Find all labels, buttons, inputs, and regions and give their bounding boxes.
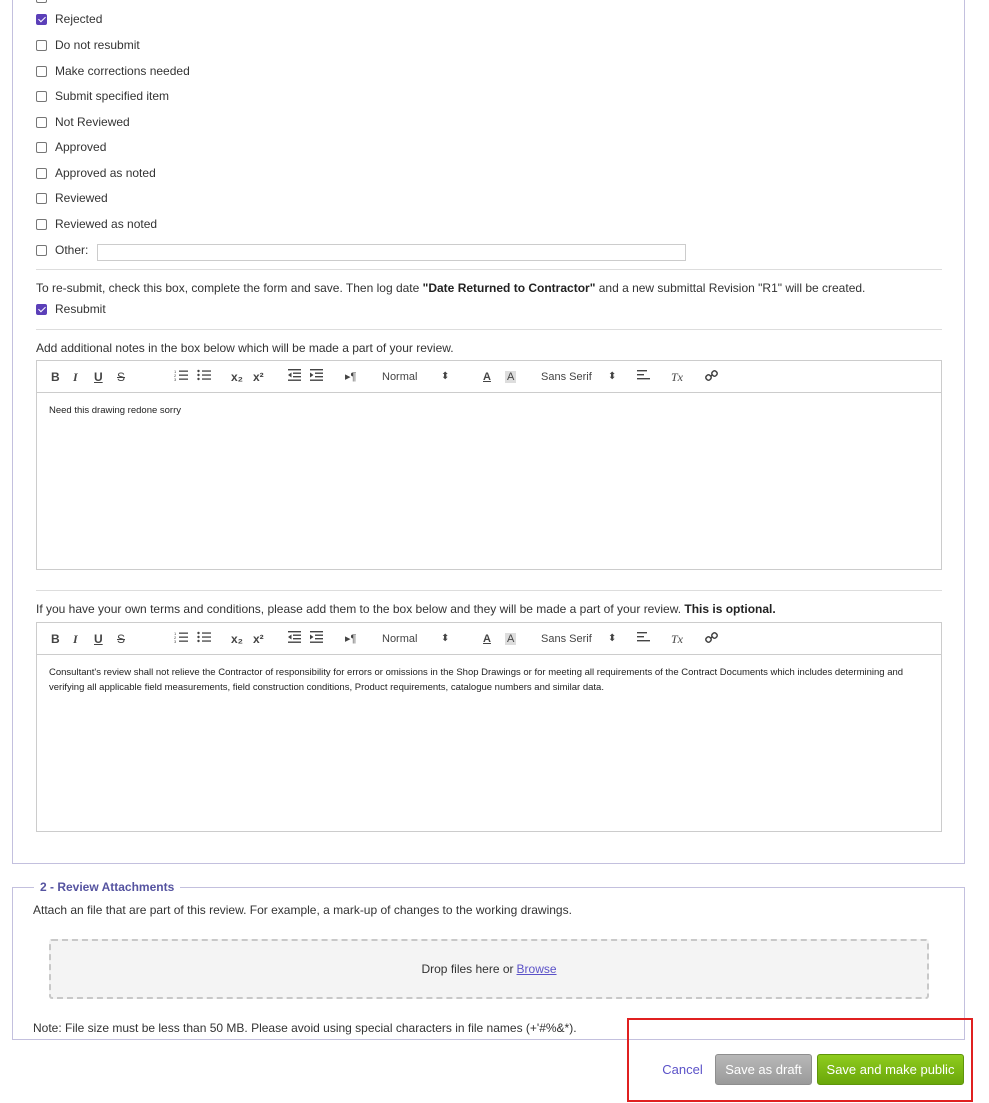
font-select-arrow-icon[interactable]: ⬍: [608, 369, 616, 385]
option-label: Reviewed: [55, 191, 108, 205]
bold-button[interactable]: B: [51, 631, 60, 647]
option-row[interactable]: Do not resubmit: [36, 36, 140, 54]
option-row[interactable]: Reviewed: [36, 189, 108, 207]
option-checkbox[interactable]: [36, 192, 47, 204]
ordered-list-icon[interactable]: 123: [174, 369, 188, 385]
clean-format-button[interactable]: Tx: [671, 631, 683, 647]
cancel-button[interactable]: Cancel: [655, 1054, 710, 1085]
option-row[interactable]: Submit specified item: [36, 87, 169, 105]
option-label: Make corrections needed: [55, 64, 190, 78]
option-row[interactable]: Not Reviewed: [36, 113, 130, 131]
outdent-icon[interactable]: [288, 369, 301, 385]
header-select[interactable]: Normal: [382, 631, 417, 647]
subscript-button[interactable]: x₂: [231, 369, 243, 385]
header-select-arrow-icon[interactable]: ⬍: [441, 631, 449, 647]
save-draft-button[interactable]: Save as draft: [715, 1054, 812, 1085]
align-icon[interactable]: [637, 631, 650, 647]
attachments-description: Attach an file that are part of this rev…: [33, 903, 572, 917]
option-checkbox[interactable]: [36, 13, 47, 25]
subscript-button[interactable]: x₂: [231, 631, 243, 647]
align-icon[interactable]: [637, 369, 650, 385]
link-icon[interactable]: [705, 631, 718, 648]
option-row[interactable]: Reviewed as noted: [36, 215, 157, 233]
option-row[interactable]: Approved as noted: [36, 164, 156, 182]
option-label: Other:: [55, 243, 89, 257]
text-direction-button[interactable]: ▸¶: [345, 369, 356, 385]
browse-link[interactable]: Browse: [517, 962, 557, 976]
svg-text:3: 3: [174, 639, 177, 643]
clean-format-button[interactable]: Tx: [671, 369, 683, 385]
option-row[interactable]: Make corrections needed: [36, 62, 190, 80]
underline-button[interactable]: U: [94, 369, 103, 385]
notes-editor: B I U S 123 x₂ x² ▸¶ Normal ⬍ A A Sans S…: [36, 360, 942, 570]
bullet-list-icon[interactable]: [197, 631, 211, 647]
text-color-button[interactable]: A: [483, 631, 491, 647]
resubmit-label: Resubmit: [55, 302, 106, 316]
header-select[interactable]: Normal: [382, 369, 417, 385]
option-checkbox[interactable]: [36, 244, 47, 256]
font-select[interactable]: Sans Serif: [541, 369, 592, 385]
option-label: Submit specified item: [55, 89, 170, 103]
option-checkbox[interactable]: [36, 90, 47, 102]
attachments-legend: 2 - Review Attachments: [34, 880, 181, 894]
option-row[interactable]: Rejected: [36, 10, 102, 28]
terms-editor: B I U S 123 x₂ x² ▸¶ Normal ⬍ A A Sans S…: [36, 622, 942, 832]
ordered-list-icon[interactable]: 123: [174, 631, 188, 647]
strike-button[interactable]: S: [117, 631, 125, 647]
background-color-button[interactable]: A: [505, 371, 517, 383]
drop-text: Drop files here or: [421, 962, 514, 976]
superscript-button[interactable]: x²: [253, 631, 264, 647]
option-label: Not Reviewed: [55, 115, 130, 129]
indent-icon[interactable]: [310, 631, 323, 647]
cropped-checkbox[interactable]: [36, 0, 47, 3]
option-label: Do not resubmit: [55, 38, 140, 52]
option-checkbox[interactable]: [36, 218, 47, 230]
notes-toolbar: B I U S 123 x₂ x² ▸¶ Normal ⬍ A A Sans S…: [37, 361, 941, 393]
font-select-arrow-icon[interactable]: ⬍: [608, 631, 616, 647]
option-row[interactable]: Approved: [36, 138, 106, 156]
divider: [36, 590, 942, 591]
option-label: Approved: [55, 140, 107, 154]
terms-toolbar: B I U S 123 x₂ x² ▸¶ Normal ⬍ A A Sans S…: [37, 623, 941, 655]
divider: [36, 329, 942, 330]
text-direction-button[interactable]: ▸¶: [345, 631, 356, 647]
other-input[interactable]: [97, 244, 686, 261]
save-public-button[interactable]: Save and make public: [817, 1054, 964, 1085]
option-checkbox[interactable]: [36, 65, 47, 77]
terms-editor-content[interactable]: Consultant's review shall not relieve th…: [37, 655, 941, 705]
underline-button[interactable]: U: [94, 631, 103, 647]
strike-button[interactable]: S: [117, 369, 125, 385]
file-size-note: Note: File size must be less than 50 MB.…: [33, 1021, 577, 1035]
option-label: Approved as noted: [55, 166, 156, 180]
header-select-arrow-icon[interactable]: ⬍: [441, 369, 449, 385]
link-icon[interactable]: [705, 369, 718, 386]
italic-button[interactable]: I: [73, 369, 78, 385]
option-checkbox[interactable]: [36, 116, 47, 128]
resubmit-checkbox-row[interactable]: Resubmit: [36, 300, 106, 318]
notes-intro: Add additional notes in the box below wh…: [36, 341, 454, 355]
option-label: Reviewed as noted: [55, 217, 158, 231]
bold-button[interactable]: B: [51, 369, 60, 385]
background-color-button[interactable]: A: [505, 633, 517, 645]
outdent-icon[interactable]: [288, 631, 301, 647]
option-checkbox[interactable]: [36, 167, 47, 179]
italic-button[interactable]: I: [73, 631, 78, 647]
option-checkbox[interactable]: [36, 39, 47, 51]
bullet-list-icon[interactable]: [197, 369, 211, 385]
terms-intro: If you have your own terms and condition…: [36, 602, 776, 616]
file-dropzone[interactable]: Drop files here or Browse: [49, 939, 929, 999]
resubmit-checkbox[interactable]: [36, 303, 47, 315]
option-checkbox[interactable]: [36, 141, 47, 153]
font-select[interactable]: Sans Serif: [541, 631, 592, 647]
option-row[interactable]: Other:: [36, 241, 88, 259]
divider: [36, 269, 942, 270]
option-label: Rejected: [55, 12, 103, 26]
notes-editor-content[interactable]: Need this drawing redone sorry: [37, 393, 941, 428]
text-color-button[interactable]: A: [483, 369, 491, 385]
indent-icon[interactable]: [310, 369, 323, 385]
superscript-button[interactable]: x²: [253, 369, 264, 385]
svg-text:3: 3: [174, 377, 177, 381]
resubmit-instructions: To re-submit, check this box, complete t…: [36, 281, 866, 295]
